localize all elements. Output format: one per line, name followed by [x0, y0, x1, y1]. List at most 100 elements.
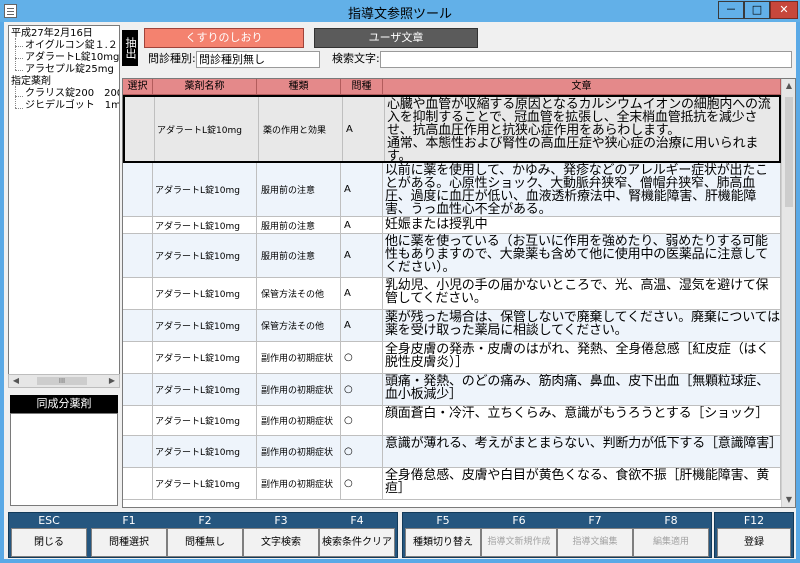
- title-bar: 指導文参照ツール － □ ✕: [0, 0, 800, 22]
- select-cell[interactable]: [123, 342, 153, 373]
- drug-name-cell: アダラートL錠10mg: [153, 406, 257, 435]
- tree-connector: [15, 86, 16, 108]
- tree-node-drug[interactable]: アラセプル錠25mg: [25, 64, 114, 76]
- close-button[interactable]: ✕: [770, 1, 798, 19]
- level-cell: A: [341, 163, 383, 216]
- select-cell[interactable]: [123, 468, 153, 499]
- select-cell[interactable]: [123, 278, 153, 309]
- select-cell[interactable]: [123, 436, 153, 467]
- type-cell: 服用前の注意: [257, 234, 341, 277]
- extract-label: 抽出: [122, 30, 138, 66]
- guidance-table[interactable]: 選択 薬剤名称 種類 問種 文章 アダラートL錠10mg 薬の作用と効果 A 心臓や血…: [122, 78, 796, 508]
- column-header[interactable]: 選択: [123, 79, 153, 95]
- tree-node-date[interactable]: 平成27年2月16日: [11, 28, 93, 40]
- type-cell: 薬の作用と効果: [259, 97, 343, 161]
- tree-horizontal-scrollbar[interactable]: ◀ III ▶: [8, 374, 120, 388]
- scroll-left-icon[interactable]: ◀: [9, 375, 23, 387]
- search-text-label: 検索文字:: [332, 52, 380, 65]
- fkey-f12: F12 登録: [717, 515, 791, 557]
- scroll-up-icon[interactable]: ▲: [782, 79, 795, 93]
- drug-tree[interactable]: 平成27年2月16日 オイグルコン錠１.２５mg アダラートL錠10mg アラセ…: [8, 25, 120, 387]
- table-row[interactable]: アダラートL錠10mg 服用前の注意 A 以前に薬を使用して、かゆみ、発疹などのアレル…: [123, 163, 781, 217]
- table-row[interactable]: アダラートL錠10mg 副作用の初期症状 ○ 顔面蒼白・冷汗、立ちくらみ、意識がもうろ…: [123, 406, 781, 436]
- guidance-text-cell: 他に薬を使っている（お互いに作用を強めたり、弱めたりする可能性もありますので、大…: [383, 234, 781, 277]
- table-row[interactable]: アダラートL錠10mg 副作用の初期症状 ○ 全身倦怠感、皮膚や白目が黄色くなる、食欲…: [123, 468, 781, 500]
- select-cell[interactable]: [123, 163, 153, 216]
- level-cell: ○: [341, 406, 383, 435]
- tree-node-drug[interactable]: アダラートL錠10mg: [25, 52, 119, 64]
- new-guidance-button[interactable]: 指導文新規作成: [481, 528, 557, 557]
- tree-connector: [15, 46, 23, 47]
- table-row[interactable]: アダラートL錠10mg 副作用の初期症状 ○ 意識が薄れる、考えがまとまらない、判断力…: [123, 436, 781, 468]
- table-row[interactable]: アダラートL錠10mg 保管方法その他 A 薬が残った場合は、保管しないで廃棄してくだ…: [123, 310, 781, 342]
- table-row[interactable]: アダラートL錠10mg 服用前の注意 A 他に薬を使っている（お互いに作用を強めたり、…: [123, 234, 781, 278]
- select-cell[interactable]: [125, 97, 155, 161]
- fkey-f7: F7 指導文編集: [557, 515, 633, 557]
- tree-node-drug[interactable]: クラリス錠200 200mg: [25, 88, 119, 100]
- scroll-thumb[interactable]: [785, 97, 793, 207]
- fkey-label: F5: [436, 514, 450, 527]
- guidance-text-cell: 以前に薬を使用して、かゆみ、発疹などのアレルギー症状が出たことがある。心原性ショ…: [383, 163, 781, 216]
- column-header[interactable]: 薬剤名称: [153, 79, 257, 95]
- select-cell[interactable]: [123, 406, 153, 435]
- column-header[interactable]: 問種: [341, 79, 383, 95]
- select-cell[interactable]: [123, 310, 153, 341]
- level-cell: ○: [341, 342, 383, 373]
- close-app-button[interactable]: 閉じる: [11, 528, 87, 557]
- fkey-f5: F5 種類切り替え: [405, 515, 481, 557]
- apply-edit-button[interactable]: 編集適用: [633, 528, 709, 557]
- tree-connector: [15, 108, 23, 109]
- switch-type-button[interactable]: 種類切り替え: [405, 528, 481, 557]
- no-problem-type-button[interactable]: 問種無し: [167, 528, 243, 557]
- edit-guidance-button[interactable]: 指導文編集: [557, 528, 633, 557]
- tree-connector: [15, 70, 23, 71]
- column-header[interactable]: 文章: [383, 79, 781, 95]
- register-button[interactable]: 登録: [717, 528, 791, 557]
- fkey-label: F4: [350, 514, 364, 527]
- fkey-f8: F8 編集適用: [633, 515, 709, 557]
- function-key-bar-middle: F5 種類切り替え F6 指導文新規作成 F7 指導文編集 F8 編集適用: [402, 512, 712, 558]
- column-header[interactable]: 種類: [257, 79, 341, 95]
- fkey-label: F1: [122, 514, 136, 527]
- table-row-selected[interactable]: アダラートL錠10mg 薬の作用と効果 A 心臓や血管が収縮する原因となるカルシウムイ…: [123, 95, 783, 163]
- scroll-thumb[interactable]: III: [37, 377, 87, 385]
- search-text-input[interactable]: [380, 51, 792, 68]
- table-row[interactable]: アダラートL錠10mg 副作用の初期症状 ○ 頭痛・発熱、のどの痛み、筋肉痛、鼻血、皮…: [123, 374, 781, 406]
- select-cell[interactable]: [123, 234, 153, 277]
- type-cell: 服用前の注意: [257, 163, 341, 216]
- select-problem-type-button[interactable]: 問種選択: [91, 528, 167, 557]
- problem-type-field[interactable]: 問診種別無し: [196, 51, 320, 68]
- client-area: 平成27年2月16日 オイグルコン錠１.２５mg アダラートL錠10mg アラセ…: [4, 22, 796, 559]
- guidance-text-cell: 薬が残った場合は、保管しないで廃棄してください。廃棄については薬を受け取った薬局…: [383, 310, 781, 341]
- table-vertical-scrollbar[interactable]: ▲ ▼: [781, 79, 795, 507]
- drug-name-cell: アダラートL錠10mg: [153, 436, 257, 467]
- problem-type-label: 問診種別:: [148, 52, 196, 65]
- table-row[interactable]: アダラートL錠10mg 副作用の初期症状 ○ 全身皮膚の発赤・皮膚のはがれ、発熱、全身…: [123, 342, 781, 374]
- tree-node-designated[interactable]: 指定薬剤: [11, 76, 51, 88]
- tab-user-text[interactable]: ユーザ文章: [314, 28, 478, 48]
- drug-name-cell: アダラートL錠10mg: [155, 97, 259, 161]
- table-row[interactable]: アダラートL錠10mg 保管方法その他 A 乳幼児、小児の手の届かないところで、光、高…: [123, 278, 781, 310]
- tab-kusuri-no-shiori[interactable]: くすりのしおり: [144, 28, 304, 48]
- text-search-button[interactable]: 文字検索: [243, 528, 319, 557]
- tree-node-drug[interactable]: オイグルコン錠１.２５mg: [25, 40, 119, 52]
- tree-node-drug[interactable]: ジヒデルゴット 1mg: [25, 100, 119, 112]
- same-ingredient-list[interactable]: [10, 413, 118, 506]
- same-ingredient-header: 同成分薬剤: [10, 395, 118, 413]
- minimize-button[interactable]: －: [718, 1, 744, 19]
- select-cell[interactable]: [123, 374, 153, 405]
- select-cell[interactable]: [123, 217, 153, 233]
- scroll-right-icon[interactable]: ▶: [105, 375, 119, 387]
- scroll-down-icon[interactable]: ▼: [782, 493, 795, 507]
- maximize-button[interactable]: □: [744, 1, 770, 19]
- table-row[interactable]: アダラートL錠10mg 服用前の注意 A 妊娠または授乳中: [123, 217, 781, 234]
- fkey-label: ESC: [38, 514, 60, 527]
- function-key-bar-left: ESC 閉じる F1 問種選択 F2 問種無し F3 文字検索 F4 検索条件ク…: [8, 512, 398, 558]
- clear-search-button[interactable]: 検索条件クリア: [319, 528, 395, 557]
- type-cell: 保管方法その他: [257, 278, 341, 309]
- fkey-f2: F2 問種無し: [167, 515, 243, 557]
- type-cell: 副作用の初期症状: [257, 468, 341, 499]
- fkey-label: F8: [664, 514, 678, 527]
- level-cell: A: [341, 234, 383, 277]
- drug-name-cell: アダラートL錠10mg: [153, 374, 257, 405]
